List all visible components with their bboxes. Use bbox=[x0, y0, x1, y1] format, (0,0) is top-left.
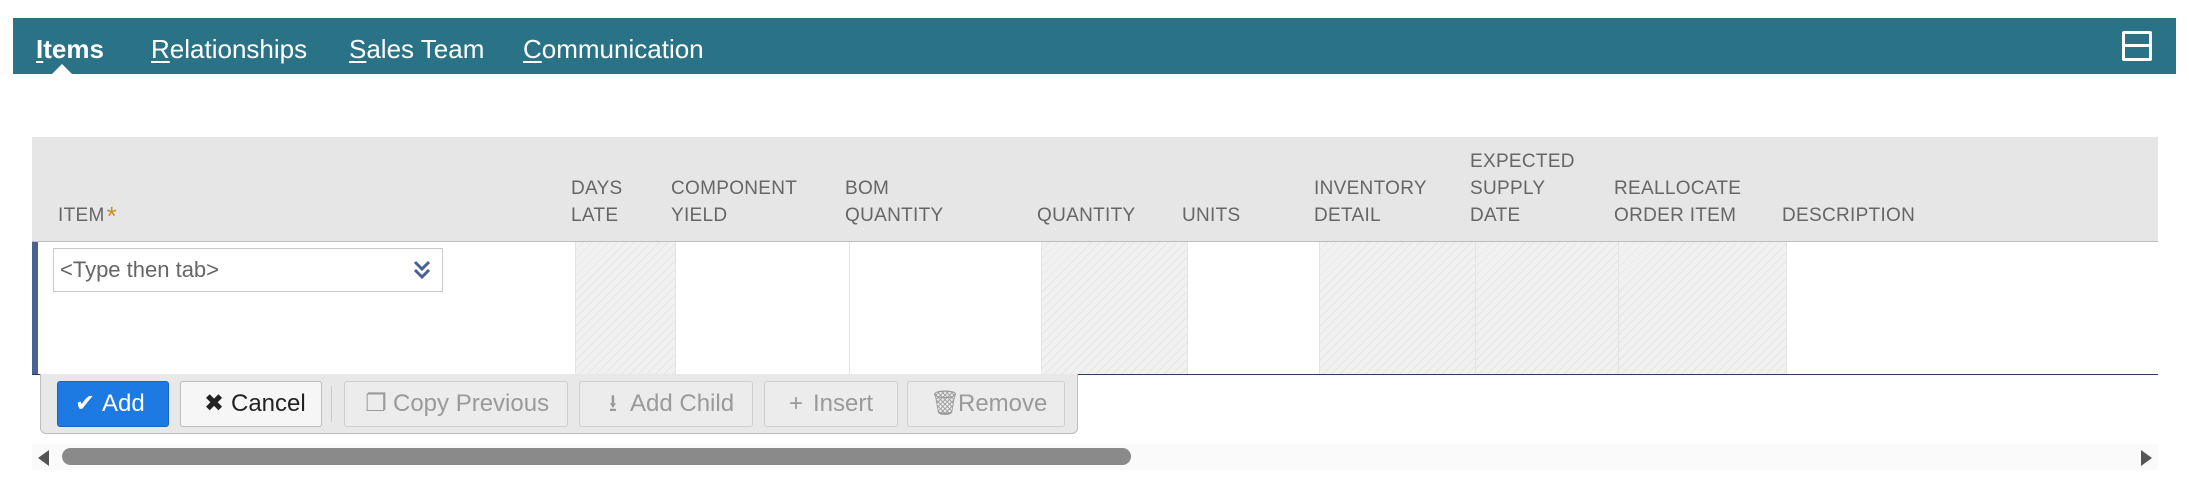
cell-reallocate-order-item bbox=[1619, 242, 1787, 374]
required-mark: * bbox=[106, 201, 118, 231]
col-item-label: ITEM bbox=[58, 205, 105, 226]
tab-relationships-label: elationships bbox=[169, 34, 308, 64]
cancel-button-label: Cancel bbox=[231, 390, 306, 417]
col-description-header[interactable]: DESCRIPTION bbox=[1782, 202, 1915, 229]
col-inventory-detail-header[interactable]: INVENTORY DETAIL bbox=[1314, 175, 1427, 229]
tab-items-label: tems bbox=[43, 34, 104, 64]
cell-component-yield[interactable] bbox=[676, 242, 850, 374]
menu-stack-icon[interactable] bbox=[2122, 31, 2152, 61]
add-button-label: Add bbox=[102, 390, 145, 417]
cell-inventory-detail bbox=[1320, 242, 1476, 374]
horizontal-scrollbar[interactable] bbox=[32, 444, 2158, 470]
cell-units[interactable] bbox=[1188, 242, 1320, 374]
col-item-header[interactable]: ITEM* bbox=[58, 199, 118, 231]
item-field[interactable] bbox=[53, 248, 443, 292]
double-chevron-down-icon[interactable] bbox=[412, 259, 432, 281]
copy-icon: ❐ bbox=[365, 390, 387, 417]
tab-sales-team-accesskey: S bbox=[349, 34, 367, 64]
scroll-right-arrow-icon[interactable] bbox=[2141, 450, 2152, 466]
cancel-button[interactable]: ✖ Cancel bbox=[180, 381, 322, 427]
col-component-yield-header[interactable]: COMPONENT YIELD bbox=[671, 175, 797, 229]
scrollbar-thumb[interactable] bbox=[62, 448, 1131, 465]
action-separator bbox=[331, 386, 332, 422]
cell-bom-quantity[interactable] bbox=[850, 242, 1042, 374]
subtab-bar: Items Relationships Sales Team Communica… bbox=[13, 18, 2176, 75]
items-sublist: ITEM* DAYS LATE COMPONENT YIELD BOM QUAN… bbox=[32, 137, 2158, 375]
col-bom-quantity-header[interactable]: BOM QUANTITY bbox=[845, 175, 943, 229]
edit-row bbox=[32, 242, 2158, 375]
tab-communication[interactable]: Communication bbox=[523, 18, 704, 74]
scroll-left-arrow-icon[interactable] bbox=[38, 450, 49, 466]
trash-icon: 🗑 bbox=[930, 390, 961, 417]
tab-sales-team[interactable]: Sales Team bbox=[349, 18, 484, 74]
tab-items[interactable]: Items bbox=[36, 18, 104, 75]
cell-days-late bbox=[576, 242, 676, 374]
cell-description[interactable] bbox=[1787, 242, 2158, 374]
copy-previous-button[interactable]: ❐ Copy Previous bbox=[344, 381, 568, 427]
col-days-late-header[interactable]: DAYS LATE bbox=[571, 175, 623, 229]
row-action-bar: ✔ Add ✖ Cancel ❐ Copy Previous ⭳ Add Child +… bbox=[40, 374, 1078, 434]
remove-button[interactable]: 🗑Remove bbox=[907, 381, 1065, 427]
cell-quantity bbox=[1042, 242, 1188, 374]
add-child-button[interactable]: ⭳ Add Child bbox=[579, 381, 753, 427]
tab-sales-team-label: ales Team bbox=[366, 34, 485, 64]
cell-expected-supply-date bbox=[1476, 242, 1619, 374]
sublist-header: ITEM* DAYS LATE COMPONENT YIELD BOM QUAN… bbox=[32, 137, 2158, 242]
col-expected-supply-date-header[interactable]: EXPECTED SUPPLY DATE bbox=[1470, 148, 1575, 229]
col-units-header[interactable]: UNITS bbox=[1182, 202, 1241, 229]
tab-communication-accesskey: C bbox=[523, 34, 542, 64]
remove-button-label: Remove bbox=[958, 390, 1048, 417]
copy-previous-button-label: Copy Previous bbox=[393, 390, 550, 417]
active-tab-pointer bbox=[51, 64, 73, 75]
insert-button[interactable]: + Insert bbox=[764, 381, 898, 427]
col-quantity-header[interactable]: QUANTITY bbox=[1037, 202, 1135, 229]
insert-button-label: Insert bbox=[813, 390, 874, 417]
cell-item bbox=[38, 242, 576, 374]
tab-relationships[interactable]: Relationships bbox=[151, 18, 307, 74]
tab-communication-label: ommunication bbox=[541, 34, 704, 64]
col-reallocate-order-item-header[interactable]: REALLOCATE ORDER ITEM bbox=[1614, 175, 1741, 229]
checkmark-icon: ✔ bbox=[74, 390, 96, 417]
close-icon: ✖ bbox=[203, 390, 225, 417]
add-child-button-label: Add Child bbox=[630, 390, 735, 417]
add-button[interactable]: ✔ Add bbox=[57, 381, 169, 427]
plus-icon: + bbox=[788, 390, 803, 417]
tab-relationships-accesskey: R bbox=[151, 34, 170, 64]
item-input[interactable] bbox=[60, 257, 400, 283]
download-icon: ⭳ bbox=[608, 390, 618, 417]
